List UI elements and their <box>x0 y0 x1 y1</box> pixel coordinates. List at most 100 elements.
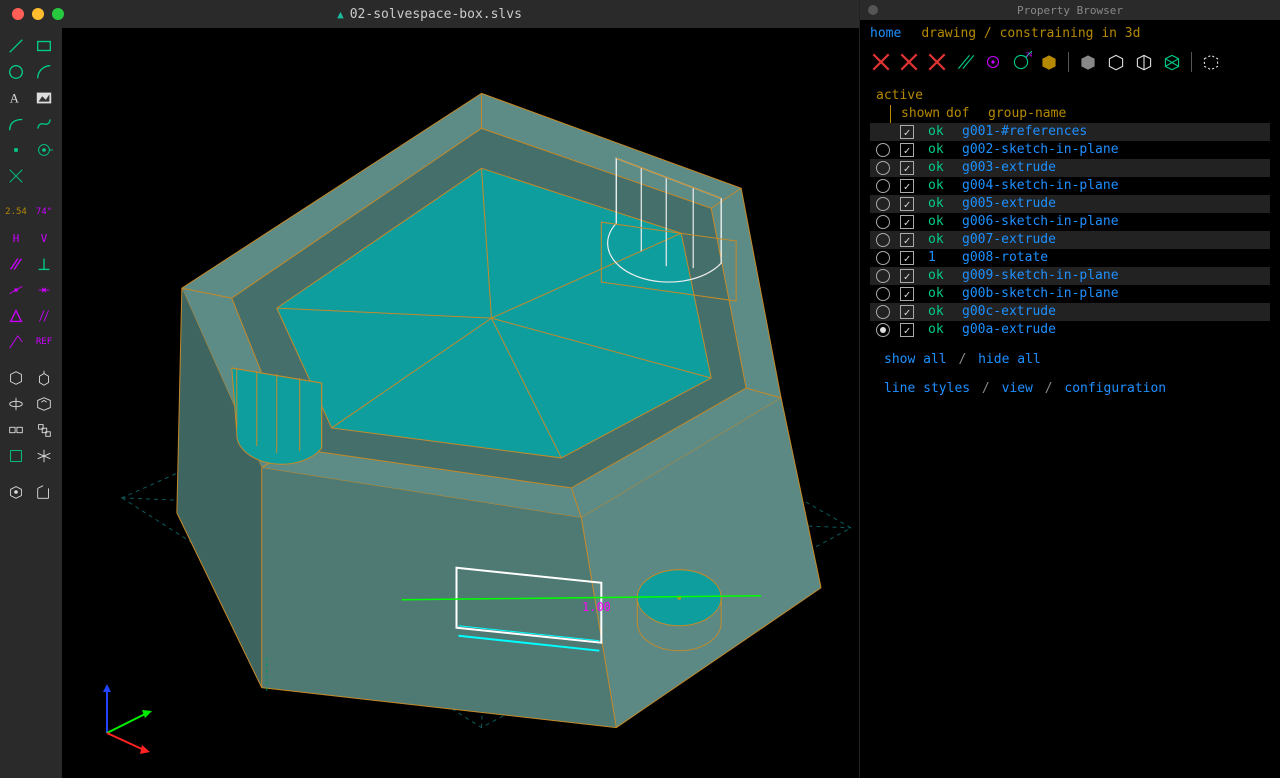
group-row[interactable]: ✓okg00b-sketch-in-plane <box>870 285 1270 303</box>
show-all-link[interactable]: show all <box>884 352 947 367</box>
group-name-link[interactable]: g002-sketch-in-plane <box>962 141 1119 159</box>
line-styles-link[interactable]: line styles <box>884 381 970 396</box>
reference-constraint-icon[interactable]: REF <box>32 330 56 354</box>
parallel-constraint-icon[interactable] <box>4 252 28 276</box>
active-group-radio[interactable] <box>876 179 890 193</box>
symmetric-constraint-icon[interactable] <box>32 278 56 302</box>
split-tool-icon[interactable] <box>4 164 28 188</box>
disable-x-icon[interactable] <box>926 51 948 73</box>
distance-constraint-icon[interactable]: 2.54 <box>4 200 28 224</box>
shown-checkbox[interactable]: ✓ <box>900 161 914 175</box>
shown-checkbox[interactable]: ✓ <box>900 323 914 337</box>
close-window-button[interactable] <box>12 8 24 20</box>
group-name-link[interactable]: g00c-extrude <box>962 303 1056 321</box>
shown-checkbox[interactable]: ✓ <box>900 251 914 265</box>
zoom-window-button[interactable] <box>52 8 64 20</box>
in-3d-icon[interactable] <box>32 480 56 504</box>
tangent-arc-tool-icon[interactable] <box>4 112 28 136</box>
shown-checkbox[interactable]: ✓ <box>900 305 914 319</box>
other-constraint-icon[interactable] <box>4 330 28 354</box>
shown-checkbox[interactable]: ✓ <box>900 197 914 211</box>
perpendicular-constraint-icon[interactable] <box>32 252 56 276</box>
group-row[interactable]: ✓okg00a-extrude <box>870 321 1270 339</box>
nearest-iso-icon[interactable] <box>32 444 56 468</box>
active-group-radio[interactable] <box>876 269 890 283</box>
group-name-link[interactable]: g001-#references <box>962 123 1087 141</box>
group-row[interactable]: ✓okg007-extrude <box>870 231 1270 249</box>
point-on-line-constraint-icon[interactable] <box>4 278 28 302</box>
horizontal-constraint-icon[interactable]: H <box>4 226 28 250</box>
bezier-tool-icon[interactable] <box>32 112 56 136</box>
in-workplane-icon[interactable] <box>4 480 28 504</box>
active-group-radio[interactable] <box>876 215 890 229</box>
group-row[interactable]: ✓okg002-sketch-in-plane <box>870 141 1270 159</box>
hide-all-link[interactable]: hide all <box>978 352 1041 367</box>
active-group-radio[interactable] <box>876 233 890 247</box>
shown-checkbox[interactable]: ✓ <box>900 269 914 283</box>
group-name-link[interactable]: g003-extrude <box>962 159 1056 177</box>
arc-tool-icon[interactable] <box>32 60 56 84</box>
active-group-radio[interactable] <box>876 287 890 301</box>
group-row[interactable]: ✓okg004-sketch-in-plane <box>870 177 1270 195</box>
same-orientation-constraint-icon[interactable] <box>32 304 56 328</box>
image-tool-icon[interactable] <box>32 86 56 110</box>
nearest-ortho-icon[interactable] <box>4 444 28 468</box>
step-rotate-icon[interactable] <box>32 392 56 416</box>
shown-checkbox[interactable]: ✓ <box>900 233 914 247</box>
equal-constraint-icon[interactable] <box>4 304 28 328</box>
rectangle-tool-icon[interactable] <box>32 34 56 58</box>
text-tool-icon[interactable]: A <box>4 86 28 110</box>
normals-toggle-icon[interactable] <box>954 51 976 73</box>
group-name-link[interactable]: g005-extrude <box>962 195 1056 213</box>
construction-tool-icon[interactable] <box>32 138 56 162</box>
group-name-link[interactable]: g006-sketch-in-plane <box>962 213 1119 231</box>
group-name-link[interactable]: g00a-extrude <box>962 321 1056 339</box>
disable-x-icon[interactable] <box>898 51 920 73</box>
angle-constraint-icon[interactable]: 74° <box>32 200 56 224</box>
3d-viewport[interactable]: 1.00 <box>62 28 859 778</box>
group-name-link[interactable]: g004-sketch-in-plane <box>962 177 1119 195</box>
hidden-lines-toggle-icon[interactable] <box>1200 51 1222 73</box>
outlines-toggle-icon[interactable] <box>1133 51 1155 73</box>
active-group-radio[interactable] <box>876 323 890 337</box>
minimize-window-button[interactable] <box>32 8 44 20</box>
home-link[interactable]: home <box>870 26 901 41</box>
extrude-icon[interactable] <box>32 366 56 390</box>
group-row[interactable]: ✓okg005-extrude <box>870 195 1270 213</box>
new-sketch-icon[interactable] <box>4 366 28 390</box>
active-group-radio[interactable] <box>876 251 890 265</box>
shown-checkbox[interactable]: ✓ <box>900 125 914 139</box>
active-group-radio[interactable] <box>876 197 890 211</box>
dimension-label[interactable]: 1.00 <box>582 600 611 614</box>
group-row[interactable]: ✓okg00c-extrude <box>870 303 1270 321</box>
helix-icon[interactable] <box>32 418 56 442</box>
lathe-icon[interactable] <box>4 392 28 416</box>
group-row[interactable]: ✓okg001-#references <box>870 123 1270 141</box>
step-translate-icon[interactable] <box>4 418 28 442</box>
configuration-link[interactable]: configuration <box>1064 381 1166 396</box>
line-tool-icon[interactable] <box>4 34 28 58</box>
edges-toggle-icon[interactable] <box>1105 51 1127 73</box>
points-toggle-icon[interactable] <box>982 51 1004 73</box>
active-group-radio[interactable] <box>876 305 890 319</box>
shown-checkbox[interactable]: ✓ <box>900 143 914 157</box>
active-group-radio[interactable] <box>876 161 890 175</box>
active-group-radio[interactable] <box>876 143 890 157</box>
point-tool-icon[interactable] <box>4 138 28 162</box>
faces-toggle-icon[interactable] <box>1077 51 1099 73</box>
circle-tool-icon[interactable] <box>4 60 28 84</box>
disable-x-icon[interactable] <box>870 51 892 73</box>
vertical-constraint-icon[interactable]: V <box>32 226 56 250</box>
group-row[interactable]: ✓okg006-sketch-in-plane <box>870 213 1270 231</box>
group-name-link[interactable]: g007-extrude <box>962 231 1056 249</box>
group-row[interactable]: ✓okg003-extrude <box>870 159 1270 177</box>
shown-checkbox[interactable]: ✓ <box>900 287 914 301</box>
shown-checkbox[interactable]: ✓ <box>900 215 914 229</box>
view-link[interactable]: view <box>1002 381 1033 396</box>
shown-checkbox[interactable]: ✓ <box>900 179 914 193</box>
group-row[interactable]: ✓okg009-sketch-in-plane <box>870 267 1270 285</box>
group-row[interactable]: ✓1g008-rotate <box>870 249 1270 267</box>
mesh-toggle-icon[interactable] <box>1161 51 1183 73</box>
group-name-link[interactable]: g009-sketch-in-plane <box>962 267 1119 285</box>
group-name-link[interactable]: g00b-sketch-in-plane <box>962 285 1119 303</box>
